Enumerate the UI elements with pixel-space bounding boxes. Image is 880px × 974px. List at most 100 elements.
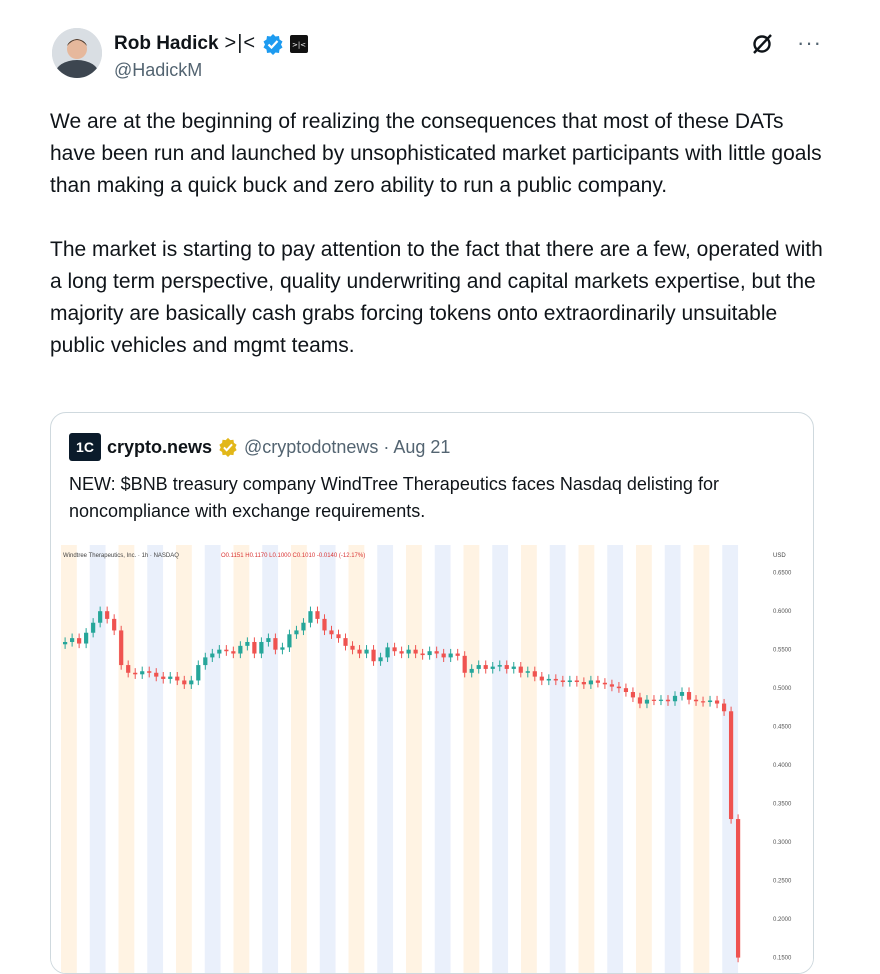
svg-text:>|<: >|< <box>292 41 306 49</box>
candle-body <box>168 676 173 679</box>
tweet-paragraph-1: We are at the beginning of realizing the… <box>50 110 822 197</box>
candle-body <box>350 645 355 650</box>
crypto-news-logo[interactable]: 1C <box>69 433 101 461</box>
chart-ohlc: O0.1151 H0.1170 L0.1000 C0.1010 -0.0140 … <box>221 553 365 559</box>
candle-body <box>623 688 629 693</box>
candle-body <box>224 649 229 652</box>
candle-body <box>196 665 201 681</box>
candle-body <box>252 641 257 654</box>
candle-body <box>448 653 453 658</box>
session-band <box>492 545 509 973</box>
session-band <box>434 545 451 973</box>
candle-body <box>98 611 103 623</box>
quoted-tweet-text: NEW: $BNB treasury company WindTree Ther… <box>69 474 719 521</box>
candle-body <box>84 632 89 644</box>
quoted-tweet-card[interactable]: 1C crypto.news @cryptodotnews · Aug 21 N… <box>50 412 814 974</box>
session-band <box>636 545 652 973</box>
tweet-header: Rob Hadick >|< >|< @HadickM ··· <box>52 28 822 88</box>
author-handle[interactable]: @HadickM <box>114 60 202 81</box>
candle-body <box>511 666 516 669</box>
candle-body <box>154 672 159 677</box>
candle-body <box>644 699 650 704</box>
candle-body <box>504 665 509 669</box>
candle-body <box>483 665 488 669</box>
session-band <box>348 545 365 973</box>
grok-icon[interactable] <box>750 32 774 63</box>
candle-body <box>595 680 600 683</box>
candle-body <box>140 671 145 675</box>
candle-body <box>182 680 187 685</box>
candle-body <box>210 653 215 658</box>
candle-body <box>91 622 96 633</box>
session-band <box>262 545 279 973</box>
candle-body <box>133 672 138 675</box>
candle-body <box>399 651 404 654</box>
y-tick-label: 0.5000 <box>773 686 792 692</box>
candle-body <box>686 692 692 700</box>
tweet-text: We are at the beginning of realizing the… <box>50 106 830 394</box>
quoted-author-name[interactable]: crypto.news <box>107 437 212 458</box>
candle-body <box>280 647 285 650</box>
candle-body <box>413 649 418 654</box>
candle-body <box>427 651 432 656</box>
session-band <box>578 545 595 973</box>
candle-body <box>294 630 299 635</box>
more-icon[interactable]: ··· <box>797 30 822 56</box>
session-band <box>176 545 192 973</box>
candle-body <box>357 649 362 654</box>
candle-body <box>469 668 474 673</box>
candle-body <box>385 647 390 658</box>
quoted-tweet-header: 1C crypto.news @cryptodotnews · Aug 21 <box>69 433 450 461</box>
candle-body <box>126 665 131 673</box>
currency-label: USD <box>773 553 786 559</box>
y-tick-label: 0.2500 <box>773 879 792 885</box>
session-band <box>204 545 221 973</box>
candle-body <box>532 671 537 677</box>
candle-body <box>245 641 250 646</box>
candle-body <box>616 686 622 689</box>
session-band <box>463 545 480 973</box>
candle-body <box>539 676 544 681</box>
y-tick-label: 0.3000 <box>773 840 792 846</box>
candle-body <box>553 678 558 681</box>
y-tick-label: 0.6500 <box>773 571 792 577</box>
candle-body <box>217 649 222 654</box>
chart-title: Windtree Therapeutics, Inc. · 1h · NASDA… <box>63 553 179 559</box>
candle-body <box>455 653 460 656</box>
name-row: Rob Hadick >|< >|< <box>114 32 309 55</box>
display-name[interactable]: Rob Hadick <box>114 33 219 55</box>
candle-body <box>735 819 741 958</box>
y-tick-label: 0.4000 <box>773 763 792 769</box>
candle-body <box>287 634 292 648</box>
candle-body <box>119 630 124 666</box>
candle-body <box>259 641 264 654</box>
candle-body <box>420 653 425 656</box>
candle-body <box>406 649 411 654</box>
candle-body <box>336 634 341 639</box>
candle-body <box>658 699 664 701</box>
verified-badge-icon <box>263 33 283 55</box>
candle-body <box>70 638 75 642</box>
avatar[interactable] <box>52 28 102 78</box>
candle-body <box>231 651 236 654</box>
candle-body <box>371 649 376 662</box>
candle-body <box>364 649 369 654</box>
candle-body <box>490 666 495 669</box>
session-band <box>607 545 624 973</box>
candle-body <box>273 638 278 650</box>
y-tick-label: 0.4500 <box>773 725 792 731</box>
gold-verified-badge-icon <box>219 437 237 457</box>
candle-body <box>392 647 397 652</box>
session-band <box>233 545 250 973</box>
candle-body <box>525 671 530 673</box>
candle-body <box>588 680 593 685</box>
session-band <box>377 545 394 973</box>
session-band <box>664 545 681 973</box>
candle-body <box>203 657 208 666</box>
candle-body <box>308 611 313 623</box>
candle-body <box>546 678 551 681</box>
candle-body <box>602 682 607 685</box>
candle-body <box>672 695 678 702</box>
quoted-handle-date[interactable]: @cryptodotnews · Aug 21 <box>244 437 450 458</box>
candle-body <box>637 697 643 704</box>
